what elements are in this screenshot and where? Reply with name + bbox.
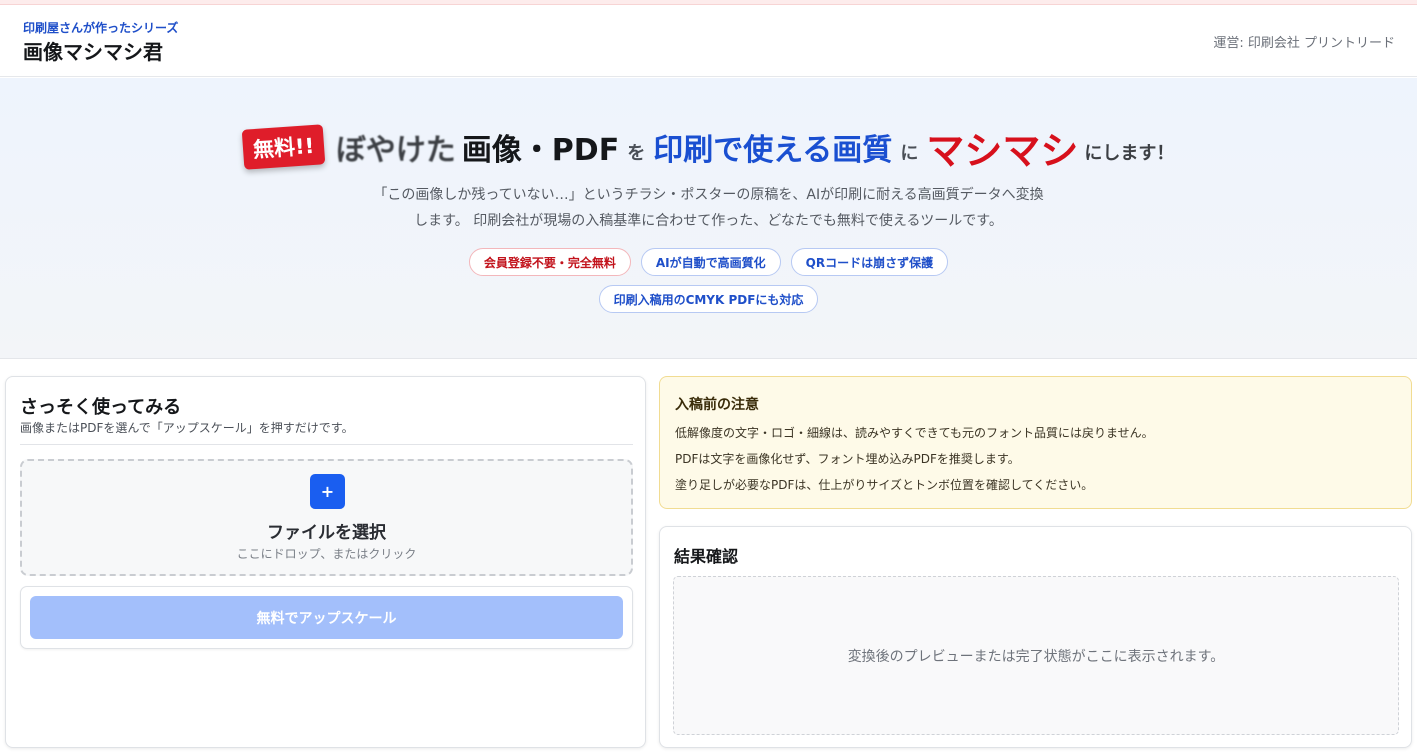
file-dropzone[interactable]: + ファイルを選択 ここにドロップ、またはクリック bbox=[20, 459, 633, 576]
hero-description-line-1: 「この画像しか残っていない…」というチラシ・ポスターの原稿を、AIが印刷に耐える… bbox=[373, 187, 1044, 203]
plus-icon[interactable]: + bbox=[310, 474, 345, 509]
upscale-action-box: 無料でアップスケール bbox=[20, 586, 633, 649]
operator-label: 運営: 印刷会社 プリントリード bbox=[1213, 36, 1395, 51]
headline-target: 印刷で使える画質 bbox=[653, 133, 893, 168]
notice-line: PDFは文字を画像化せず、フォント埋め込みPDFを推奨します。 bbox=[675, 452, 1020, 466]
pill-qr-protect: QRコードは崩さず保護 bbox=[790, 248, 949, 276]
pill-cmyk-pdf: 印刷入稿用のCMYK PDFにも対応 bbox=[598, 285, 819, 313]
dropzone-hint: ここにドロップ、またはクリック bbox=[236, 547, 417, 561]
hero-section: 無料!! ぼやけた 画像・PDF を 印刷で使える画質 に マシマシ にします！… bbox=[0, 78, 1417, 359]
pill-ai-auto: AIが自動で高画質化 bbox=[640, 248, 781, 276]
submission-notice: 入稿前の注意 低解像度の文字・ロゴ・細線は、読みやすくできても元のフォント品質に… bbox=[659, 376, 1412, 509]
headline-particle-1: を bbox=[627, 143, 646, 164]
upload-card: さっそく使ってみる 画像またはPDFを選んで「アップスケール」を押すだけです。 … bbox=[5, 376, 646, 748]
notice-line: 低解像度の文字・ロゴ・細線は、読みやすくできても元のフォント品質には戻りません。 bbox=[675, 426, 1154, 440]
upload-title: さっそく使ってみる bbox=[20, 397, 182, 418]
headline-tail: にします！ bbox=[1084, 143, 1175, 164]
feature-pills-row-2: 印刷入稿用のCMYK PDFにも対応 bbox=[0, 285, 1417, 313]
series-label: 印刷屋さんが作ったシリーズ bbox=[23, 21, 179, 35]
notice-line: 塗り足しが必要なPDFは、仕上がりサイズとトンボ位置を確認してください。 bbox=[675, 478, 1094, 492]
free-badge: 無料!! bbox=[241, 124, 326, 170]
upscale-button[interactable]: 無料でアップスケール bbox=[30, 596, 623, 639]
headline-blurred: ぼやけた bbox=[335, 133, 456, 168]
result-preview-area: 変換後のプレビューまたは完了状態がここに表示されます。 bbox=[673, 576, 1399, 735]
result-title: 結果確認 bbox=[674, 547, 739, 566]
hero-description-line-2: します。 印刷会社が現場の入稿基準に合わせて作った、どなたでも無料で使えるツール… bbox=[414, 213, 1003, 229]
upload-subtitle: 画像またはPDFを選んで「アップスケール」を押すだけです。 bbox=[20, 421, 354, 435]
notice-title: 入稿前の注意 bbox=[675, 397, 759, 413]
pill-free-no-registration: 会員登録不要・完全無料 bbox=[468, 248, 631, 276]
hero-headline: 無料!! ぼやけた 画像・PDF を 印刷で使える画質 に マシマシ にします！ bbox=[0, 122, 1417, 173]
dropzone-title: ファイルを選択 bbox=[267, 523, 386, 543]
headline-emphasis: マシマシ bbox=[926, 128, 1079, 173]
site-header: 印刷屋さんが作ったシリーズ 画像マシマシ君 運営: 印刷会社 プリントリード bbox=[0, 5, 1417, 77]
upload-divider bbox=[20, 444, 633, 445]
app-title[interactable]: 画像マシマシ君 bbox=[23, 36, 163, 65]
result-placeholder: 変換後のプレビューまたは完了状態がここに表示されます。 bbox=[847, 648, 1225, 665]
headline-particle-2: に bbox=[900, 143, 919, 164]
headline-subject: 画像・PDF bbox=[461, 133, 620, 168]
result-card: 結果確認 変換後のプレビューまたは完了状態がここに表示されます。 bbox=[659, 526, 1412, 748]
feature-pills-row-1: 会員登録不要・完全無料 AIが自動で高画質化 QRコードは崩さず保護 bbox=[0, 248, 1417, 276]
